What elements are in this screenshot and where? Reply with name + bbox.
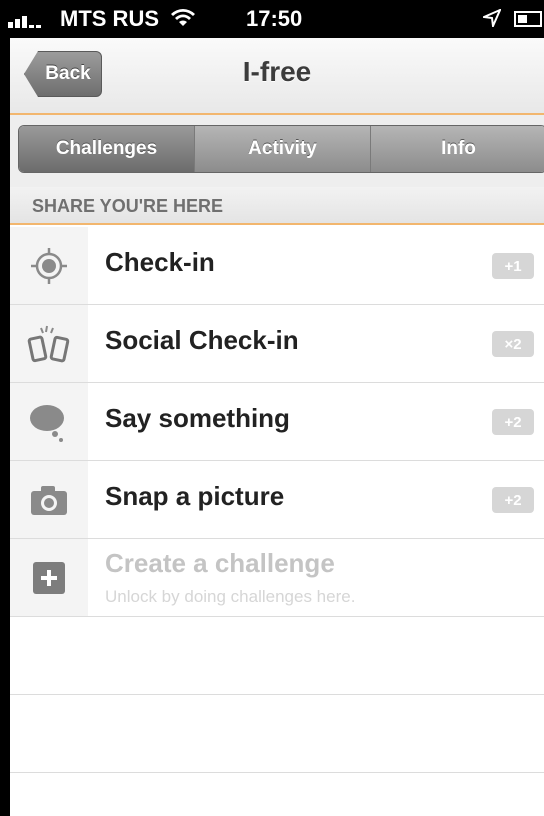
speech-bubble-icon [30, 404, 64, 442]
list-item-create-challenge[interactable]: Create a challenge Unlock by doing chall… [10, 539, 544, 617]
status-bar: MTS RUS 17:50 [0, 0, 544, 38]
icon-cell [10, 305, 88, 382]
camera-icon [31, 485, 67, 515]
target-icon [31, 247, 67, 284]
challenge-list: Check-in +1 Social Check-in ×2 Say somet… [10, 227, 544, 773]
plus-icon [33, 561, 65, 594]
navigation-bar: Back I-free [10, 38, 544, 115]
points-badge: +1 [492, 253, 534, 279]
points-badge: +2 [492, 487, 534, 513]
list-item-social-check-in[interactable]: Social Check-in ×2 [10, 305, 544, 383]
tab-activity[interactable]: Activity [194, 126, 370, 172]
section-header: SHARE YOU'RE HERE [10, 187, 544, 225]
app-screen: Back I-free Challenges Activity Info SHA… [10, 38, 544, 816]
page-title: I-free [242, 56, 312, 87]
segmented-control: Challenges Activity Info [18, 125, 544, 173]
icon-cell [10, 227, 88, 304]
list-item-say-something[interactable]: Say something +2 [10, 383, 544, 461]
item-sublabel: Unlock by doing challenges here. [105, 587, 356, 606]
item-label: Social Check-in [105, 325, 299, 355]
clock: 17:50 [246, 6, 303, 31]
item-label: Say something [105, 403, 290, 433]
battery-icon [514, 11, 542, 27]
item-label: Create a challenge [105, 548, 335, 578]
icon-cell [10, 461, 88, 538]
location-icon [483, 9, 501, 27]
empty-row [10, 695, 544, 773]
list-item-check-in[interactable]: Check-in +1 [10, 227, 544, 305]
tab-strip: Challenges Activity Info [10, 115, 544, 188]
icon-cell [10, 539, 88, 616]
empty-row [10, 617, 544, 695]
item-label: Snap a picture [105, 481, 285, 511]
icon-cell [10, 383, 88, 460]
carrier-name: MTS RUS [60, 6, 159, 31]
tab-info[interactable]: Info [370, 126, 544, 172]
signal-icon [8, 16, 41, 28]
item-label: Check-in [105, 247, 215, 277]
tab-challenges[interactable]: Challenges [19, 126, 194, 172]
list-item-snap-a-picture[interactable]: Snap a picture +2 [10, 461, 544, 539]
points-badge: +2 [492, 409, 534, 435]
phones-icon [27, 325, 70, 362]
points-badge: ×2 [492, 331, 534, 357]
wifi-icon [171, 9, 195, 26]
